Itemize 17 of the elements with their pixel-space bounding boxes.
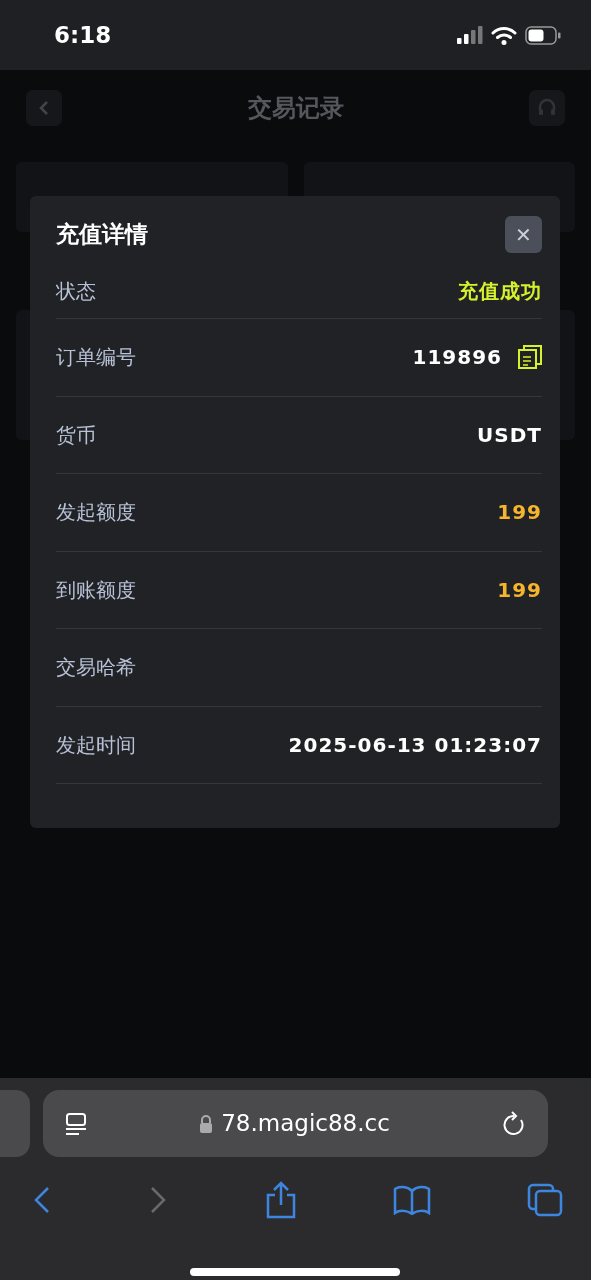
field-label: 交易哈希 — [56, 654, 136, 682]
dialog-title: 充值详情 — [56, 220, 148, 250]
field-label: 订单编号 — [56, 344, 136, 372]
page-title: 交易记录 — [247, 93, 344, 124]
field-label: 状态 — [56, 277, 96, 305]
field-value: 119896 — [412, 344, 502, 372]
field-label: 发起额度 — [56, 499, 136, 527]
clock-time: 6:18 — [54, 20, 112, 50]
field-label: 到账额度 — [56, 576, 136, 604]
field-value: 充值成功 — [458, 277, 542, 305]
field-value: 199 — [497, 576, 542, 604]
field-value: 199 — [497, 499, 542, 527]
field-label: 货币 — [56, 421, 96, 449]
field-value: 2025-06-13 01:23:07 — [288, 731, 542, 759]
field-value: USDT — [477, 421, 542, 449]
field-label: 发起时间 — [56, 731, 136, 759]
url-text: 78.magic88.cc — [221, 1109, 390, 1139]
